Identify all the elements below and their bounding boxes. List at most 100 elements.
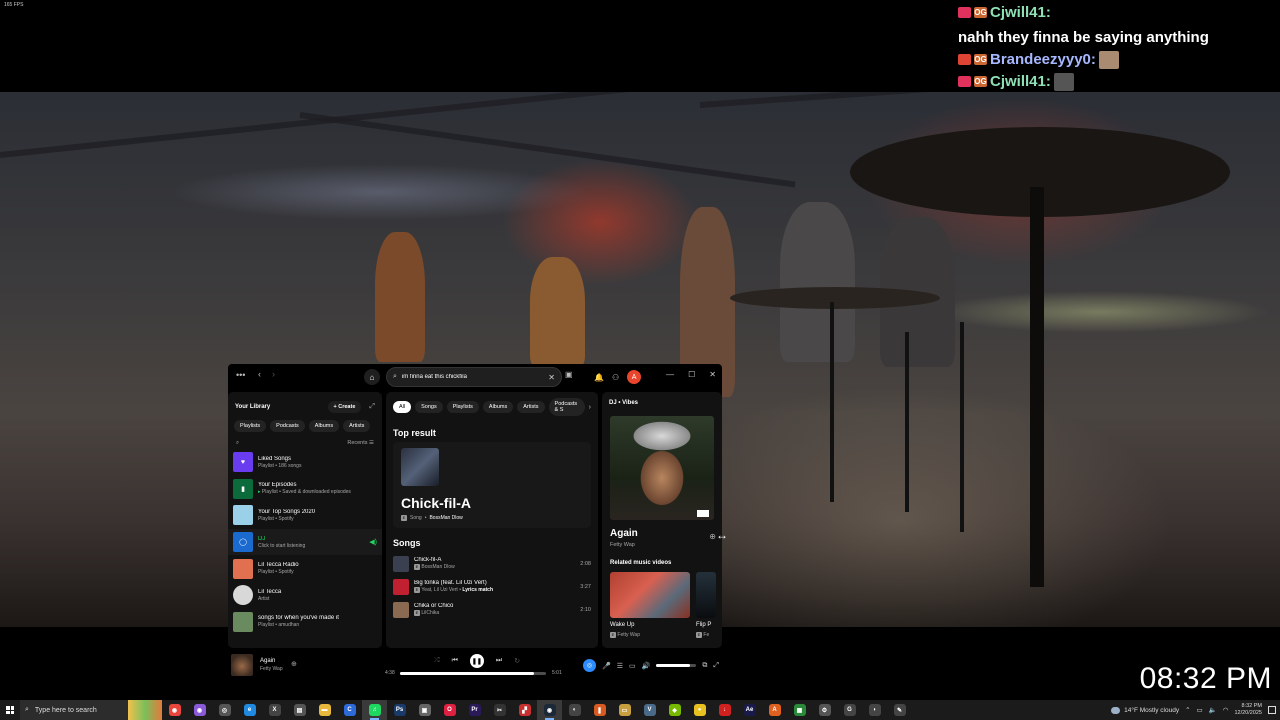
library-item[interactable]: Lil Tecca Radio Playlist • Spotify <box>228 555 382 582</box>
start-button[interactable] <box>0 700 20 720</box>
taskbar-app-app-orange[interactable]: A <box>762 700 787 720</box>
tab-albums[interactable]: Albums <box>482 401 514 413</box>
player-track-title[interactable]: Again <box>260 658 275 664</box>
miniplayer-icon[interactable]: ⧉ <box>702 662 707 670</box>
lyrics-icon[interactable]: 🎤 <box>602 662 611 670</box>
tab-all[interactable]: All <box>393 401 412 413</box>
taskbar-app-capcut[interactable]: ✂ <box>487 700 512 720</box>
add-to-library-icon[interactable]: ⊕ <box>709 532 716 541</box>
menu-dots-icon[interactable]: ••• <box>236 370 245 380</box>
song-row[interactable]: Big tonka (feat. Lil Uzi Vert) E Yeat, L… <box>386 575 598 598</box>
taskbar-app-photoshop[interactable]: Ps <box>387 700 412 720</box>
taskbar-app-pen[interactable]: ✎ <box>887 700 912 720</box>
library-item[interactable]: songs for when you've made it Playlist •… <box>228 609 382 636</box>
taskbar-app-roblox[interactable]: ▞ <box>512 700 537 720</box>
tray-clock[interactable]: 8:32 PM 12/20/2025 <box>1234 703 1262 717</box>
filter-albums[interactable]: Albums <box>308 420 340 432</box>
library-item[interactable]: ▮ Your Episodes ▸ Playlist • Saved & dow… <box>228 476 382 503</box>
queue-icon[interactable]: ☰ <box>617 662 623 670</box>
taskbar-app-opera[interactable]: O <box>437 700 462 720</box>
network-icon[interactable]: ▭ <box>1197 706 1203 714</box>
volume-icon[interactable]: 🔊 <box>642 662 651 670</box>
tab-podcasts-s[interactable]: Podcasts & S <box>548 398 585 416</box>
close-icon[interactable]: ✕ <box>709 370 716 379</box>
taskbar-app-nvidia[interactable]: ◆ <box>662 700 687 720</box>
taskbar-app-app-shield[interactable]: ◗ <box>862 700 887 720</box>
tab-songs[interactable]: Songs <box>415 401 443 413</box>
connect-device-icon[interactable]: ▭ <box>629 662 636 670</box>
taskbar-app-app-yellow[interactable]: ● <box>687 700 712 720</box>
taskbar-app-audacity[interactable]: ❚ <box>587 700 612 720</box>
taskbar-app-vpn[interactable]: V <box>637 700 662 720</box>
browse-icon[interactable]: ▣ <box>565 370 573 379</box>
video-title[interactable]: Flip P <box>696 622 711 628</box>
library-search-icon[interactable]: ⌕ <box>236 440 239 447</box>
taskbar-app-after-effects[interactable]: Ae <box>737 700 762 720</box>
clear-search-icon[interactable]: ✕ <box>548 373 555 382</box>
now-playing-cover[interactable] <box>231 654 253 676</box>
sort-dropdown[interactable]: Recents ☰ <box>347 440 374 447</box>
search-bar[interactable]: ⌕ ✕ <box>386 367 562 387</box>
minimize-icon[interactable]: — <box>666 370 674 379</box>
taskbar-app-chrome-profile[interactable]: ◉ <box>187 700 212 720</box>
tray-chevron-icon[interactable]: ⌃ <box>1185 706 1190 714</box>
tab-artists[interactable]: Artists <box>517 401 545 413</box>
taskbar-app-media[interactable]: ▤ <box>287 700 312 720</box>
tabs-scroll-right-icon[interactable]: › <box>589 404 591 411</box>
volume-icon[interactable]: 🔈 <box>1209 706 1217 714</box>
taskbar-app-settings[interactable]: ⚙ <box>812 700 837 720</box>
library-item[interactable]: ◯ DJ Click to start listening ◀) <box>228 528 382 556</box>
previous-icon[interactable]: ⏮ <box>452 657 458 665</box>
taskbar-app-xbox[interactable]: X <box>262 700 287 720</box>
taskbar-app-app-g[interactable]: G <box>837 700 862 720</box>
taskbar-app-edge[interactable]: e <box>237 700 262 720</box>
wifi-icon[interactable]: ◠ <box>1223 706 1229 714</box>
taskbar-app-file-explorer[interactable]: ▬ <box>312 700 337 720</box>
maximize-icon[interactable]: ☐ <box>688 370 695 379</box>
search-input[interactable] <box>401 374 544 380</box>
friends-activity-icon[interactable]: ⚇ <box>612 373 619 382</box>
pause-button[interactable]: ❚❚ <box>469 654 484 668</box>
dj-icon[interactable]: ◎ <box>583 659 596 672</box>
search-highlight-image[interactable] <box>128 700 162 720</box>
song-row[interactable]: Chika or Chico E LilChika 2:10 <box>386 598 598 621</box>
filter-playlists[interactable]: Playlists <box>234 420 267 432</box>
create-button[interactable]: + Create <box>327 401 362 413</box>
taskbar-app-steam[interactable]: ◉ <box>537 700 562 720</box>
notification-icon[interactable] <box>1268 706 1276 714</box>
related-video-thumb[interactable] <box>696 572 716 618</box>
taskbar-app-ccleaner[interactable]: C <box>337 700 362 720</box>
top-result-card[interactable]: Chick-fil-A E Song • BossMan Dlow <box>393 442 591 528</box>
progress-bar[interactable] <box>400 672 546 675</box>
taskbar-app-steam-alt[interactable]: ◎ <box>212 700 237 720</box>
player-track-artist[interactable]: Fetty Wap <box>260 666 283 672</box>
weather-widget[interactable]: 14°F Mostly cloudy <box>1111 706 1179 714</box>
forward-arrow-icon[interactable]: › <box>272 369 275 379</box>
taskbar-app-chrome[interactable]: ◉ <box>162 700 187 720</box>
filter-artists[interactable]: Artists <box>343 420 371 432</box>
expand-icon[interactable]: ⤢ <box>369 403 375 411</box>
taskbar-app-files[interactable]: ▭ <box>612 700 637 720</box>
repeat-icon[interactable]: ↻ <box>514 657 520 665</box>
library-item[interactable]: ♥ Liked Songs Playlist • 186 songs <box>228 449 382 476</box>
notifications-icon[interactable]: 🔔 <box>594 373 604 382</box>
add-to-library-icon[interactable]: ⊕ <box>291 660 297 668</box>
next-icon[interactable]: ⏭ <box>496 657 502 665</box>
volume-slider[interactable] <box>656 664 697 667</box>
now-playing-title[interactable]: Again <box>610 528 638 539</box>
related-video-thumb[interactable] <box>610 572 690 618</box>
fullscreen-icon[interactable]: ⤢ <box>713 662 719 670</box>
taskbar-app-download[interactable]: ↓ <box>712 700 737 720</box>
now-playing-artist[interactable]: Fetty Wap <box>610 542 635 548</box>
taskbar-app-spotify[interactable]: ♫ <box>362 700 387 720</box>
taskbar-app-premiere[interactable]: Pr <box>462 700 487 720</box>
home-button[interactable]: ⌂ <box>364 369 380 385</box>
filter-podcasts[interactable]: Podcasts <box>270 420 305 432</box>
song-row[interactable]: Chick-fil-A E BossMan Dlow 2:08 <box>386 552 598 575</box>
taskbar-app-calendar[interactable]: ▦ <box>787 700 812 720</box>
taskbar-app-obs[interactable]: ◐ <box>562 700 587 720</box>
back-arrow-icon[interactable]: ‹ <box>258 369 261 379</box>
taskbar-app-app-box[interactable]: ▣ <box>412 700 437 720</box>
library-item[interactable]: Lil Tecca Artist <box>228 582 382 609</box>
video-title[interactable]: Wake Up <box>610 622 634 628</box>
